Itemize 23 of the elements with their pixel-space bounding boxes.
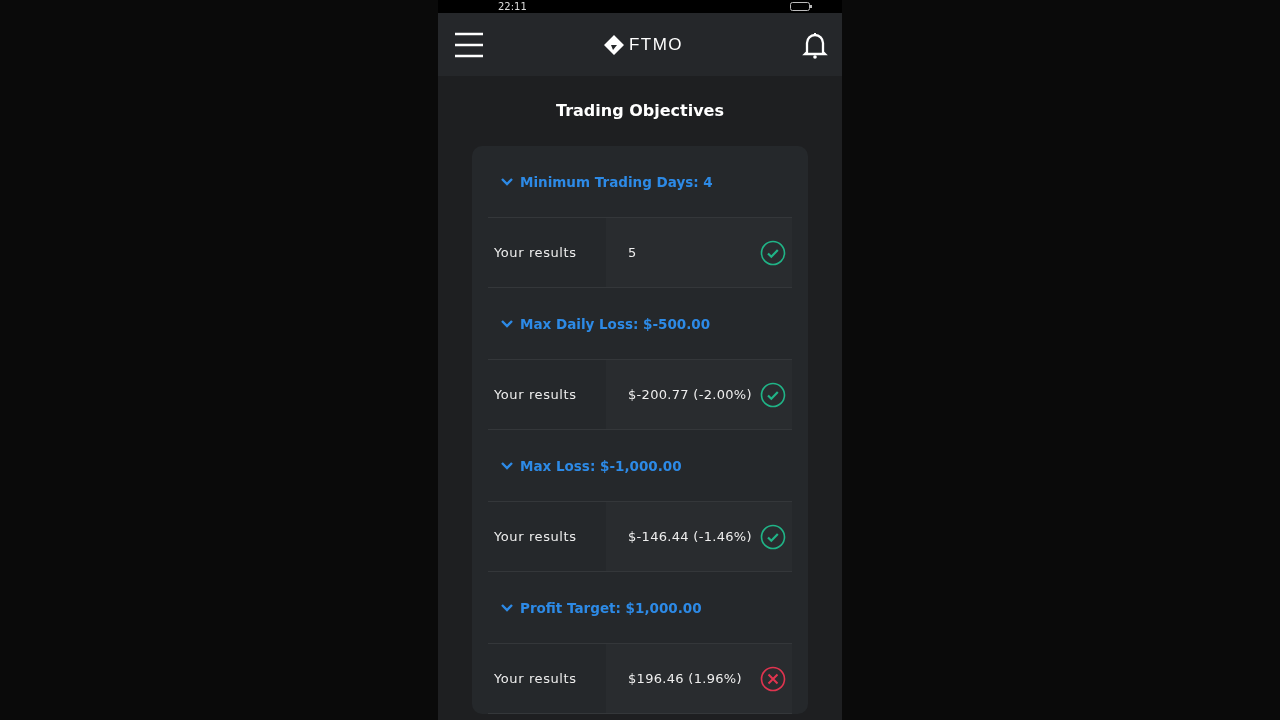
objective-header[interactable]: Max Daily Loss: $-500.00	[488, 288, 792, 359]
battery-icon	[790, 2, 812, 11]
logo-icon	[602, 33, 625, 56]
objective-header[interactable]: Max Loss: $-1,000.00	[488, 430, 792, 501]
result-value: $196.46 (1.96%)	[628, 671, 742, 686]
results-label: Your results	[493, 244, 578, 262]
chevron-icon	[500, 602, 514, 613]
page-title: Trading Objectives	[555, 100, 725, 122]
objective-header[interactable]: Profit Target: $1,000.00	[488, 572, 792, 643]
result-value: 5	[628, 245, 637, 260]
status-time: 22:11	[498, 0, 527, 13]
bell-icon[interactable]	[802, 30, 828, 59]
result-value: $-146.44 (-1.46%)	[628, 529, 752, 544]
results-label: Your results	[493, 670, 578, 688]
chevron-icon	[500, 318, 514, 329]
chevron-icon	[500, 460, 514, 471]
menu-icon[interactable]	[454, 31, 484, 58]
results-label: Your results	[493, 528, 578, 546]
objective-header[interactable]: Minimum Trading Days: 4	[488, 146, 792, 217]
result-value: $-200.77 (-2.00%)	[628, 387, 752, 402]
results-label: Your results	[493, 386, 578, 404]
logo-text: FTMO	[628, 34, 684, 55]
chevron-icon	[500, 176, 514, 187]
